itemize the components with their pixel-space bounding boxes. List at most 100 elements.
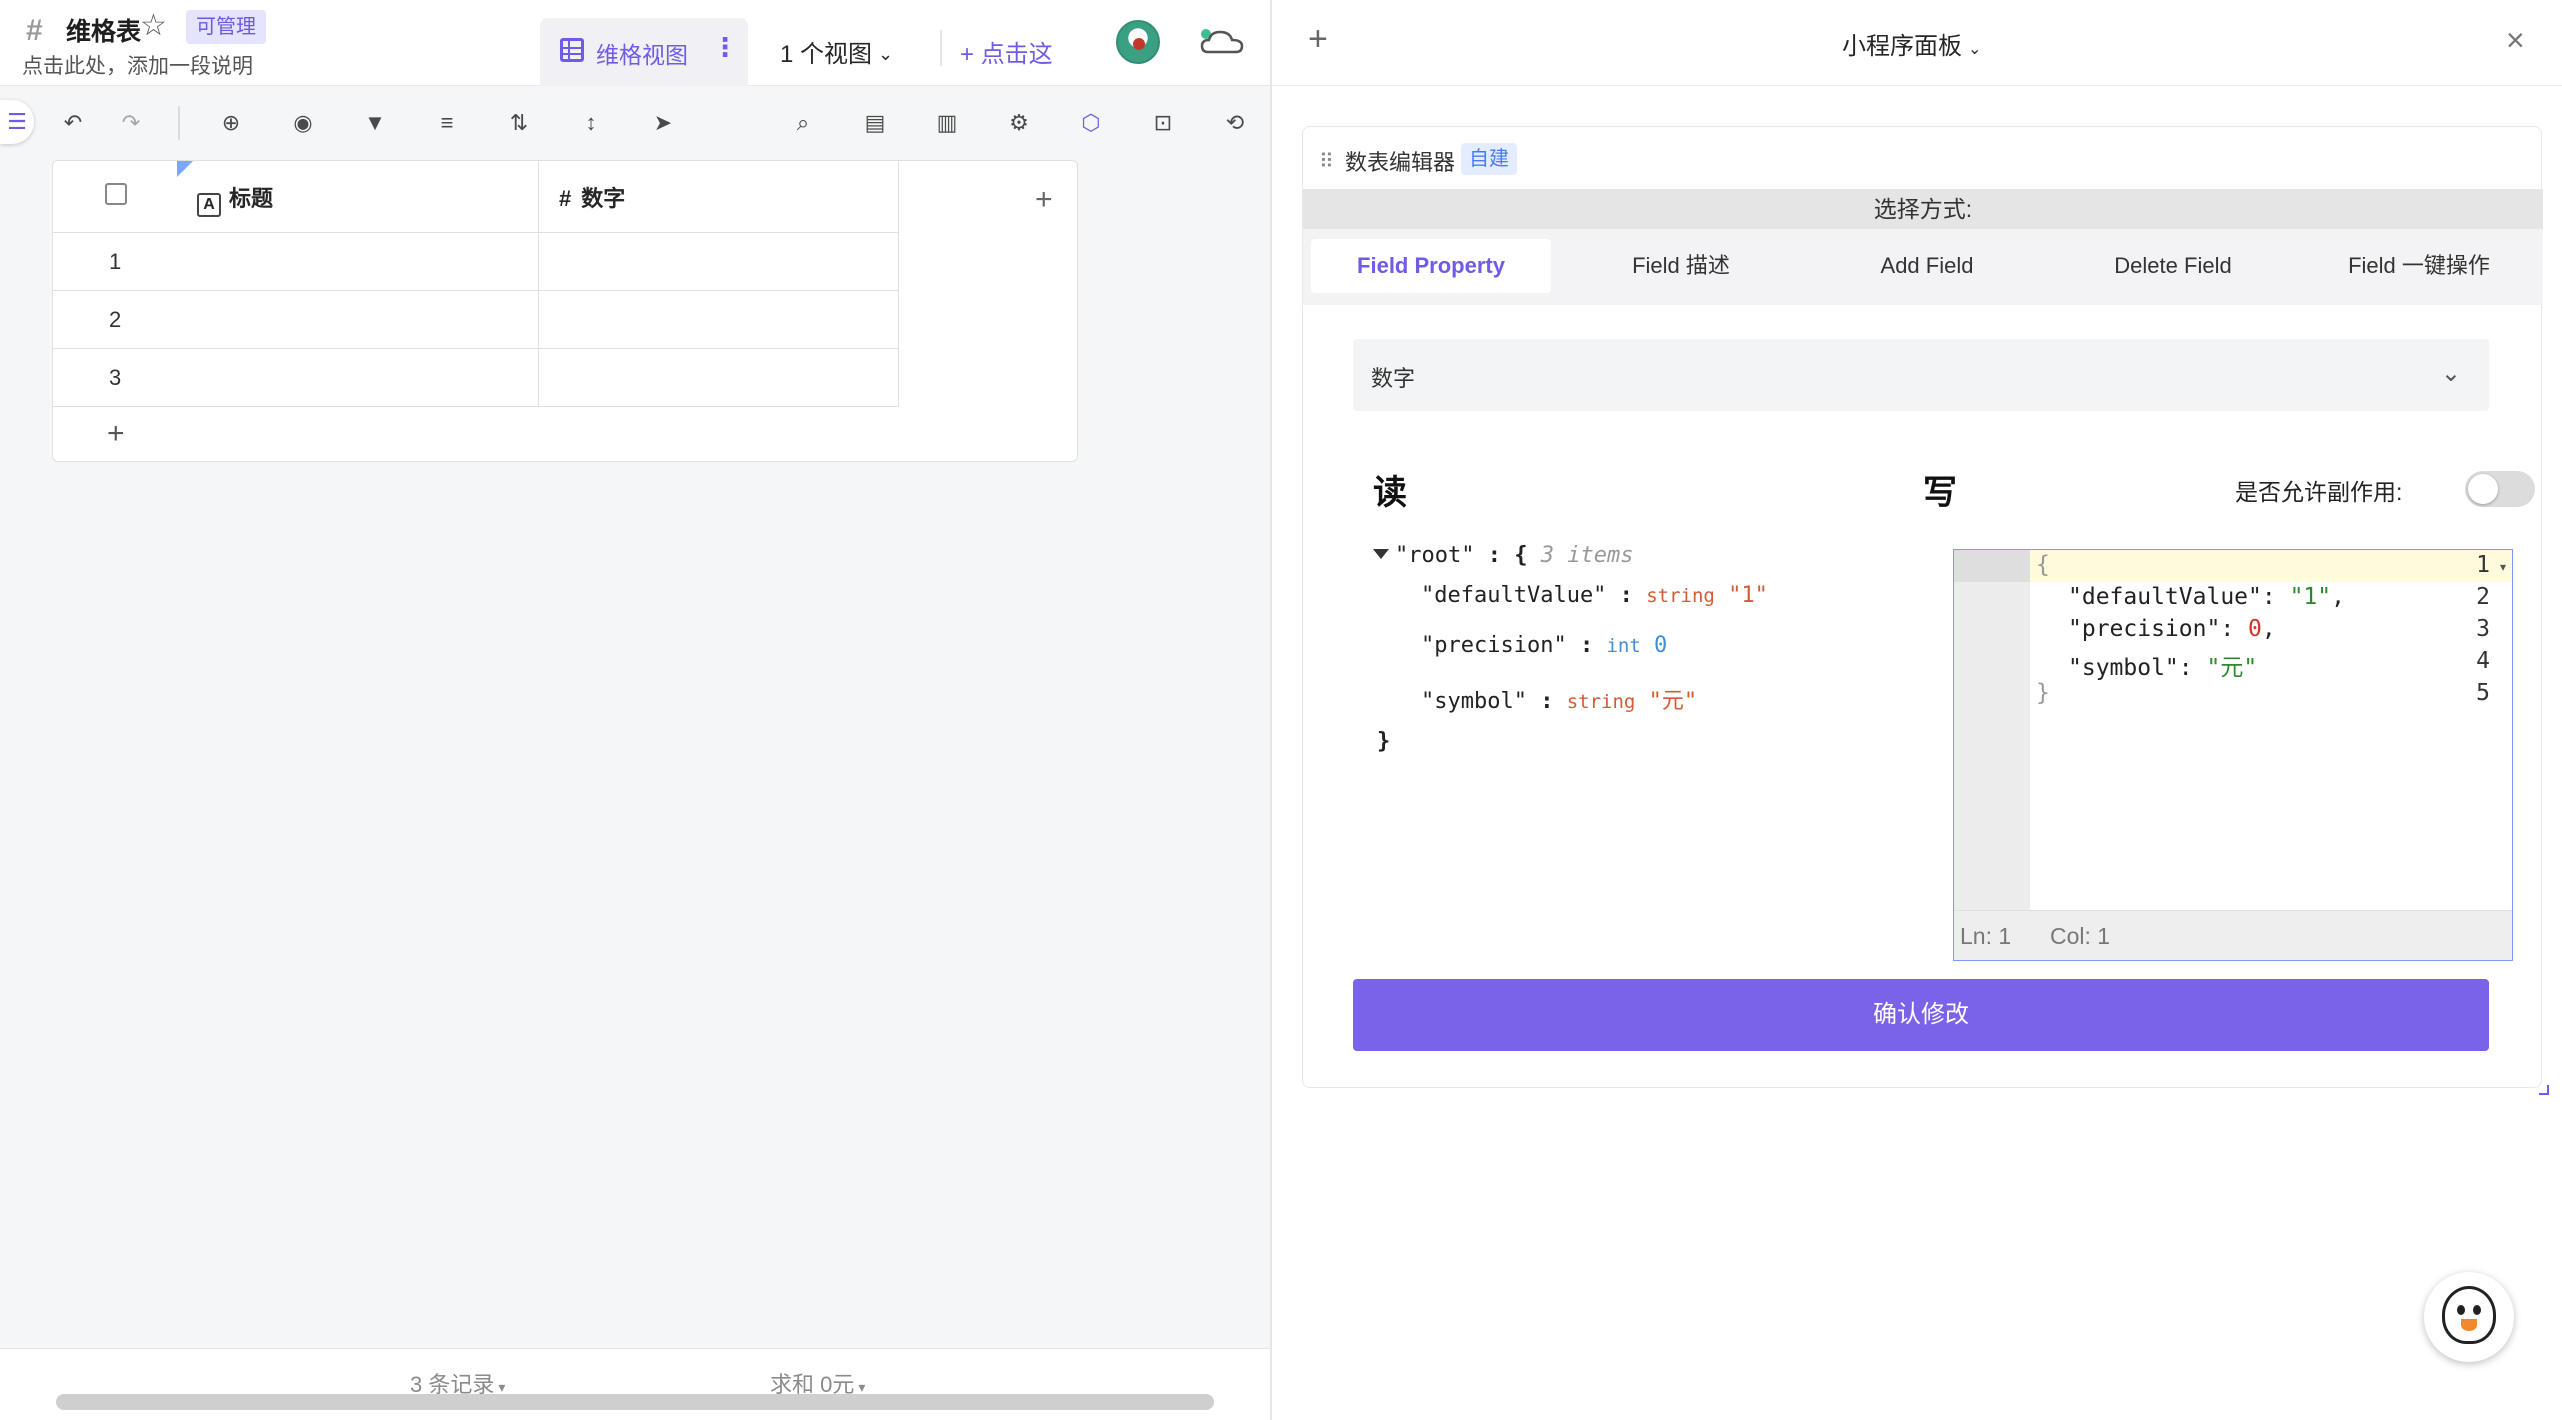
cell-number[interactable] (539, 233, 899, 291)
tab-field-property[interactable]: Field Property (1311, 239, 1551, 293)
collapse-caret-icon[interactable] (1373, 549, 1389, 559)
json-key: "defaultValue" (1421, 583, 1607, 608)
form-icon[interactable]: ▤ (860, 108, 890, 138)
avatar[interactable] (1116, 20, 1160, 64)
more-vertical-icon[interactable]: ⋮ (712, 32, 738, 63)
grid-view-icon (560, 38, 584, 62)
undo-icon[interactable]: ↶ (58, 108, 88, 138)
add-widget-icon[interactable]: + (1308, 20, 1328, 59)
mode-tabs: Field Property Field 描述 Add Field Delete… (1303, 229, 2543, 305)
select-all-checkbox[interactable] (105, 183, 127, 205)
panel-title-dropdown[interactable]: 小程序面板 ⌄ (1842, 26, 1981, 61)
table-row[interactable]: 1 (53, 233, 1077, 291)
column-number-label: 数字 (581, 186, 626, 211)
caret-down-icon: ▾ (858, 1379, 866, 1395)
tab-field-batch[interactable]: Field 一键操作 (2299, 239, 2539, 293)
widget-cube-icon[interactable]: ⬡ (1076, 108, 1106, 138)
cell-title[interactable]: 3 (53, 349, 539, 407)
resize-handle-icon[interactable] (2539, 1085, 2549, 1095)
code-line-3: "precision": 0, (2068, 616, 2276, 642)
json-value: 0 (1654, 633, 1668, 658)
cell-number[interactable] (539, 349, 899, 407)
json-value: "元" (1648, 689, 1698, 714)
robot-icon[interactable]: ⚙ (1004, 108, 1034, 138)
tab-grid-view[interactable]: 维格视图 ⋮ (540, 18, 748, 86)
row-number: 3 (109, 365, 122, 390)
add-row[interactable]: + (53, 407, 1077, 463)
history-icon[interactable]: ⟲ (1220, 108, 1250, 138)
table-row[interactable]: 3 (53, 349, 1077, 407)
json-item: "symbol" : string "元" (1421, 683, 1697, 715)
tab-add-field[interactable]: Add Field (1807, 239, 2047, 293)
json-type: string (1646, 585, 1715, 607)
star-icon[interactable]: ☆ (140, 8, 167, 43)
hide-fields-icon[interactable]: ◉ (288, 108, 318, 138)
json-root-line[interactable]: "root" : { 3 items (1373, 543, 1633, 568)
redo-icon[interactable]: ↷ (116, 108, 146, 138)
add-record-icon[interactable]: ⊕ (216, 108, 246, 138)
table-title[interactable]: 维格表 (66, 12, 141, 48)
view-count-dropdown[interactable]: 1 个视图 ⌄ (780, 34, 893, 69)
tab-field-description[interactable]: Field 描述 (1561, 239, 1801, 293)
datasheet-icon: # (26, 14, 43, 47)
add-view-button[interactable]: + 点击这 (960, 34, 1053, 69)
editor-statusbar: Ln: 1 Col: 1 (1954, 910, 2512, 960)
json-sep: : (1526, 689, 1567, 714)
share-icon[interactable]: ➤ (648, 108, 678, 138)
cell-title[interactable]: 2 (53, 291, 539, 349)
code-line-4: "symbol": "元" (2068, 655, 2258, 681)
mascot-face (2442, 1286, 2496, 1344)
columns-icon[interactable]: ▥ (932, 108, 962, 138)
cell-title[interactable]: 1 (53, 233, 539, 291)
select-mode-label: 选择方式: (1303, 189, 2543, 229)
row-number: 2 (109, 307, 122, 332)
code-string: "1" (2289, 584, 2332, 610)
code-number: 0 (2248, 616, 2262, 642)
widget-card: ⠿ 数表编辑器 自建 选择方式: Field Property Field 描述… (1302, 126, 2549, 1095)
table-header-row: A 标题 # 数字 + (53, 161, 1077, 233)
table-row[interactable]: 2 (53, 291, 1077, 349)
cell-number[interactable] (539, 291, 899, 349)
write-heading: 写 (1923, 474, 1957, 512)
json-close-brace: } (1377, 729, 1391, 754)
search-icon[interactable]: ⌕ (788, 108, 818, 138)
horizontal-scrollbar[interactable] (56, 1394, 1214, 1410)
divider (940, 30, 942, 66)
active-line-gutter (1954, 550, 2030, 582)
header-cell-number[interactable]: # 数字 (539, 161, 899, 233)
code-line-2: "defaultValue": "1", (2068, 584, 2345, 610)
add-row-icon[interactable]: + (107, 417, 125, 451)
side-effect-toggle[interactable] (2465, 471, 2535, 507)
code-editor[interactable]: 1 ▾ 2 3 4 5 { "defaultValue": "1", "prec… (1953, 549, 2513, 961)
add-column-button[interactable]: + (1035, 183, 1053, 217)
code-key: "symbol" (2068, 655, 2179, 681)
fold-icon[interactable]: ▾ (2500, 560, 2506, 574)
json-value: "1" (1728, 583, 1768, 608)
json-item-count: 3 items (1540, 543, 1634, 568)
code-line-5: } (2036, 680, 2050, 706)
group-icon[interactable]: ≡ (432, 108, 462, 138)
cloud-icon[interactable] (1198, 24, 1246, 60)
json-type: int (1606, 635, 1641, 657)
chevron-down-icon: ⌄ (878, 44, 894, 64)
confirm-button[interactable]: 确认修改 (1353, 979, 2489, 1051)
drag-handle-icon[interactable]: ⠿ (1319, 149, 1334, 174)
code-key: "precision" (2068, 616, 2221, 642)
header-cell-title[interactable]: A 标题 (53, 161, 539, 233)
number-field-icon: # (559, 186, 572, 211)
close-icon[interactable]: × (2506, 22, 2525, 59)
table-description[interactable]: 点击此处，添加一段说明 (22, 50, 253, 80)
json-sep: : (1606, 583, 1647, 608)
cursor-column: Col: 1 (2050, 923, 2111, 949)
panel-header: + 小程序面板 ⌄ × (1272, 0, 2562, 86)
api-icon[interactable]: ⊡ (1148, 108, 1178, 138)
help-mascot-icon[interactable] (2424, 1272, 2514, 1362)
field-select[interactable]: 数字 ⌄ (1353, 339, 2489, 411)
tab-delete-field[interactable]: Delete Field (2053, 239, 2293, 293)
number-column-header: # 数字 (559, 181, 625, 213)
datasheet-header: # 维格表 ☆ 可管理 点击此处，添加一段说明 维格视图 ⋮ 1 个视图 ⌄ + … (0, 0, 1270, 86)
json-key: "precision" (1421, 633, 1567, 658)
row-height-icon[interactable]: ↕ (576, 108, 606, 138)
sort-icon[interactable]: ⇅ (504, 108, 534, 138)
filter-icon[interactable]: ▼ (360, 108, 390, 138)
